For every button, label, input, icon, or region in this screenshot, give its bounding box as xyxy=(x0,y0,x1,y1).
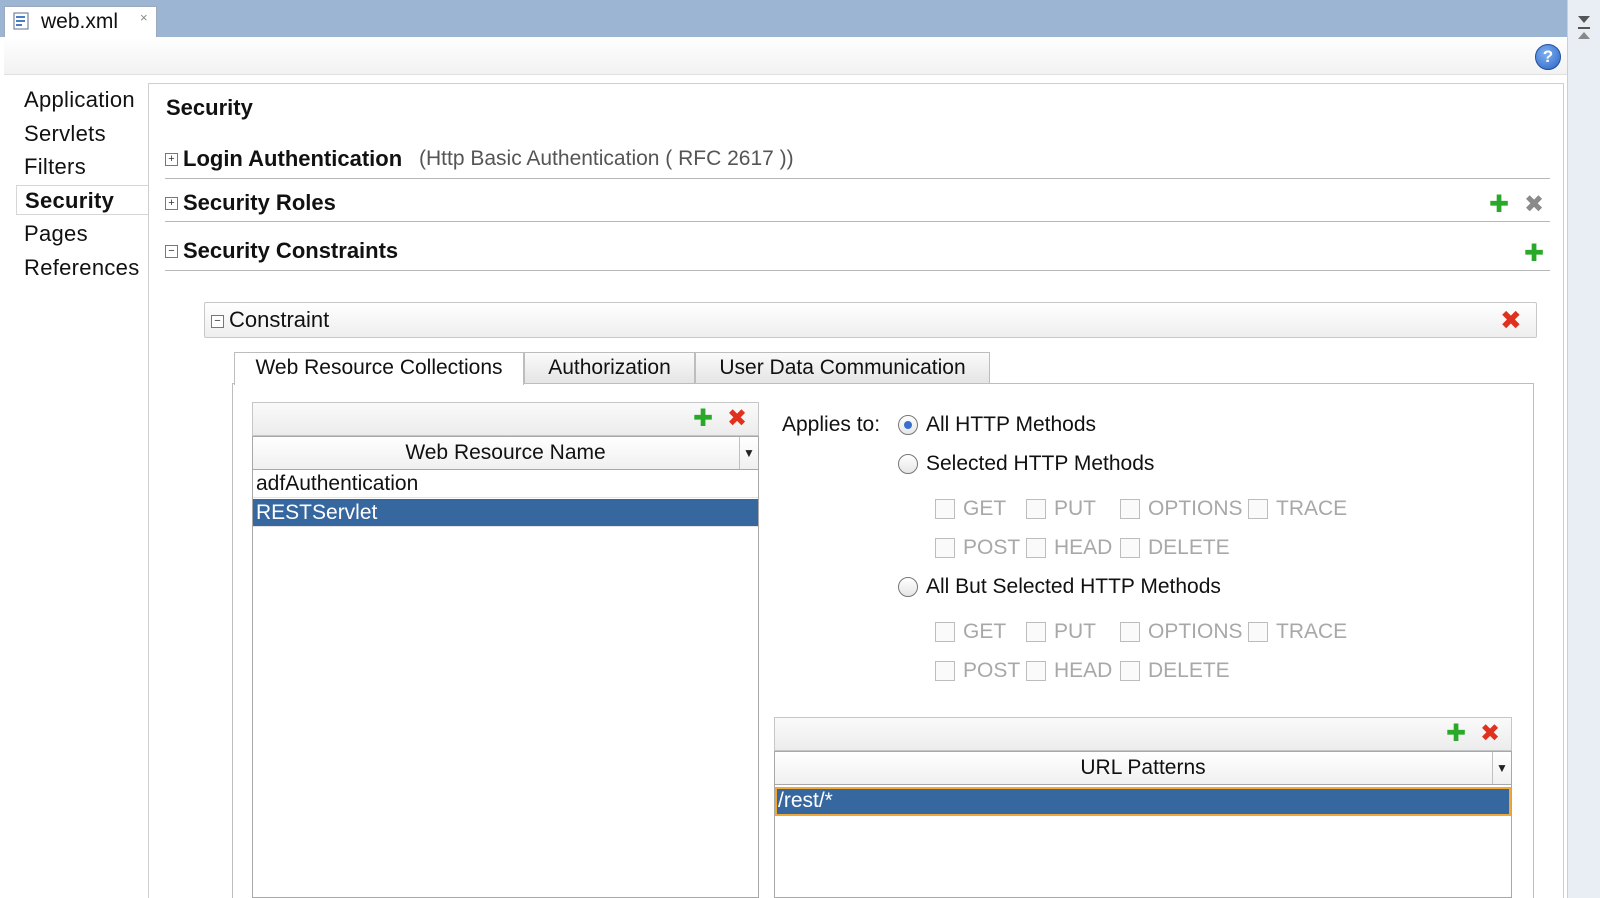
resources-list: adfAuthentication RESTServlet xyxy=(252,470,759,898)
tab-authorization[interactable]: Authorization xyxy=(524,352,695,384)
checkbox-label: POST xyxy=(963,659,1021,682)
help-icon[interactable]: ? xyxy=(1535,44,1561,70)
checkbox-post[interactable] xyxy=(935,661,955,681)
checkbox-head[interactable] xyxy=(1026,538,1046,558)
section-security-constraints[interactable]: − Security Constraints xyxy=(165,238,1550,271)
column-label: URL Patterns xyxy=(1080,756,1206,779)
radio-label: Selected HTTP Methods xyxy=(926,452,1155,475)
url-patterns-column-header[interactable]: URL Patterns ▼ xyxy=(774,751,1512,785)
radio-all-but-selected-http-methods[interactable] xyxy=(898,577,918,597)
radio-selected-http-methods[interactable] xyxy=(898,454,918,474)
add-url-pattern-icon[interactable]: ✚ xyxy=(1446,721,1466,747)
scroll-arrows-icon[interactable] xyxy=(1576,12,1592,42)
add-role-icon[interactable]: ✚ xyxy=(1489,193,1513,217)
applies-to-label: Applies to: xyxy=(782,413,881,436)
chevron-down-icon[interactable]: ▼ xyxy=(739,437,758,469)
checkbox-label: HEAD xyxy=(1054,659,1113,682)
checkbox-trace[interactable] xyxy=(1248,622,1268,642)
editor-toolbar xyxy=(4,37,1567,75)
checkbox-label: GET xyxy=(963,497,1007,520)
sidebar-item-servlets[interactable]: Servlets xyxy=(16,119,148,149)
checkbox-label: OPTIONS xyxy=(1148,620,1243,643)
collapse-icon[interactable]: − xyxy=(211,315,224,328)
constraint-label: Constraint xyxy=(229,307,330,332)
section-label: Security Roles xyxy=(183,190,336,215)
delete-constraint-icon[interactable]: ✖ xyxy=(1500,307,1524,333)
tab-web-resource-collections[interactable]: Web Resource Collections xyxy=(234,352,524,385)
checkbox-label: PUT xyxy=(1054,497,1096,520)
checkbox-head[interactable] xyxy=(1026,661,1046,681)
checkbox-label: DELETE xyxy=(1148,659,1230,682)
constraint-header[interactable]: − Constraint xyxy=(204,302,1537,338)
editor-tab-web-xml[interactable]: web.xml × xyxy=(4,6,157,37)
collapse-icon[interactable]: − xyxy=(165,245,178,258)
checkbox-label: HEAD xyxy=(1054,536,1113,559)
checkbox-get[interactable] xyxy=(935,499,955,519)
checkbox-options[interactable] xyxy=(1120,622,1140,642)
table-row[interactable]: RESTServlet xyxy=(253,499,758,527)
radio-all-http-methods[interactable] xyxy=(898,415,918,435)
table-row[interactable]: /rest/* xyxy=(775,787,1511,816)
checkbox-label: OPTIONS xyxy=(1148,497,1243,520)
checkbox-get[interactable] xyxy=(935,622,955,642)
expand-icon[interactable]: + xyxy=(165,153,178,166)
resources-toolbar: ✚ ✖ xyxy=(252,402,759,436)
sidebar-item-filters[interactable]: Filters xyxy=(16,152,148,182)
editor-tab-label: web.xml xyxy=(41,10,119,33)
checkbox-label: PUT xyxy=(1054,620,1096,643)
table-row[interactable]: adfAuthentication xyxy=(253,470,758,498)
remove-url-pattern-icon[interactable]: ✖ xyxy=(1480,721,1500,747)
editor-tab-bar xyxy=(0,0,1600,37)
section-login-authentication[interactable]: + Login Authentication (Http Basic Authe… xyxy=(165,146,1550,179)
checkbox-label: TRACE xyxy=(1276,497,1348,520)
checkbox-put[interactable] xyxy=(1026,499,1046,519)
sidebar-item-references[interactable]: References xyxy=(16,253,148,283)
sidebar-item-security[interactable]: Security xyxy=(16,185,148,215)
sidebar-list: Application Servlets Filters Security Pa… xyxy=(16,83,148,483)
add-constraint-icon[interactable]: ✚ xyxy=(1524,242,1548,266)
checkbox-label: TRACE xyxy=(1276,620,1348,643)
checkbox-put[interactable] xyxy=(1026,622,1046,642)
column-label: Web Resource Name xyxy=(405,441,606,464)
chevron-down-icon[interactable]: ▼ xyxy=(1492,752,1511,784)
checkbox-delete[interactable] xyxy=(1120,661,1140,681)
section-label: Login Authentication xyxy=(183,146,403,171)
right-scroll-strip[interactable] xyxy=(1567,0,1600,898)
close-tab-icon[interactable]: × xyxy=(140,10,148,25)
checkbox-post[interactable] xyxy=(935,538,955,558)
tab-user-data-communication[interactable]: User Data Communication xyxy=(695,352,990,384)
radio-label: All HTTP Methods xyxy=(926,413,1096,436)
sidebar-item-application[interactable]: Application xyxy=(16,85,148,115)
radio-label: All But Selected HTTP Methods xyxy=(926,575,1221,598)
section-label: Security Constraints xyxy=(183,238,399,263)
resources-column-header[interactable]: Web Resource Name ▼ xyxy=(252,436,759,470)
login-auth-method: (Http Basic Authentication ( RFC 2617 )) xyxy=(419,147,794,170)
checkbox-label: GET xyxy=(963,620,1007,643)
page-title: Security xyxy=(166,95,253,120)
checkbox-delete[interactable] xyxy=(1120,538,1140,558)
checkbox-options[interactable] xyxy=(1120,499,1140,519)
add-resource-icon[interactable]: ✚ xyxy=(693,406,713,432)
url-patterns-list: /rest/* xyxy=(774,785,1512,898)
remove-resource-icon[interactable]: ✖ xyxy=(727,406,747,432)
xml-file-icon xyxy=(13,12,29,30)
url-patterns-toolbar: ✚ ✖ xyxy=(774,717,1512,751)
expand-icon[interactable]: + xyxy=(165,197,178,210)
checkbox-label: POST xyxy=(963,536,1021,559)
sidebar-item-pages[interactable]: Pages xyxy=(16,219,148,249)
checkbox-label: DELETE xyxy=(1148,536,1230,559)
remove-role-icon[interactable]: ✖ xyxy=(1524,193,1548,217)
checkbox-trace[interactable] xyxy=(1248,499,1268,519)
section-security-roles[interactable]: + Security Roles xyxy=(165,190,1550,222)
